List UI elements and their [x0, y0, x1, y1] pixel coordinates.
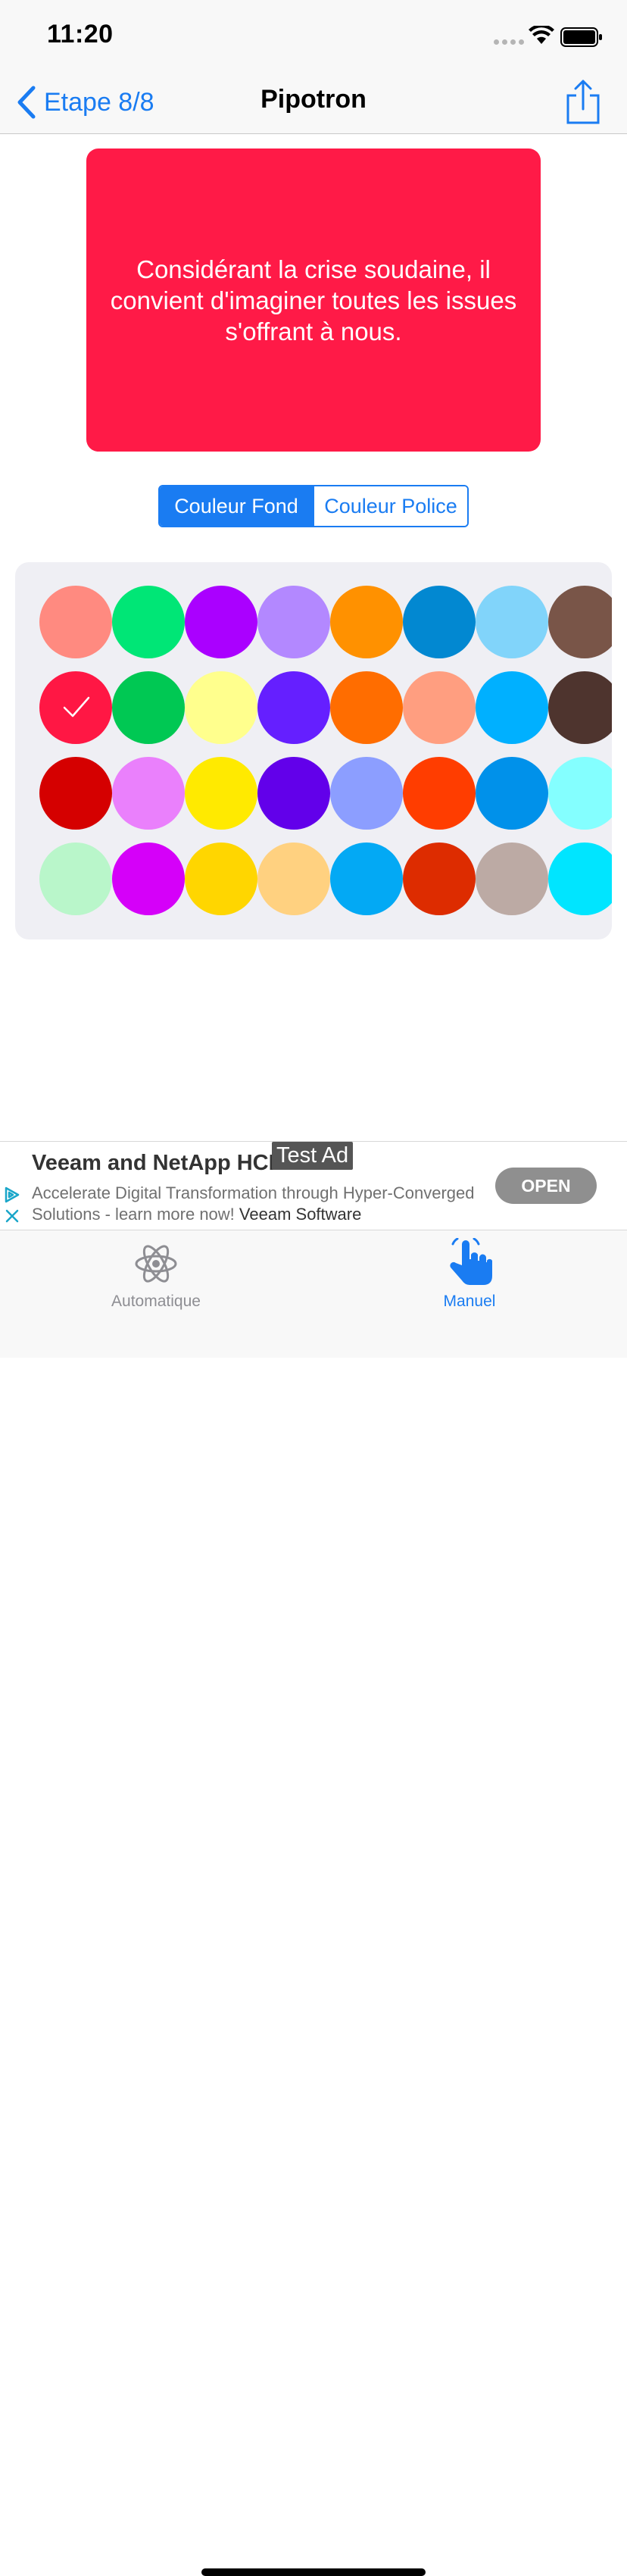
color-swatch[interactable] [548, 586, 612, 658]
color-swatch[interactable] [257, 671, 330, 744]
color-swatch[interactable] [476, 843, 548, 915]
wifi-icon [529, 26, 554, 44]
color-swatch[interactable] [548, 757, 612, 830]
color-swatch[interactable] [330, 586, 403, 658]
color-swatch[interactable] [185, 757, 257, 830]
color-swatch[interactable] [39, 671, 112, 744]
color-swatch[interactable] [403, 671, 476, 744]
ad-description: Accelerate Digital Transformation throug… [32, 1183, 486, 1225]
color-swatch[interactable] [185, 671, 257, 744]
phrase-text: Considérant la crise soudaine, il convie… [110, 255, 517, 345]
color-swatch[interactable] [476, 671, 548, 744]
color-swatch[interactable] [112, 586, 185, 658]
ad-advertiser: Veeam Software [239, 1205, 362, 1224]
adchoices-icon[interactable] [3, 1186, 21, 1204]
color-swatch[interactable] [257, 586, 330, 658]
hand-pointer-icon [450, 1237, 492, 1285]
tab-manuel[interactable]: Manuel [394, 1237, 545, 1314]
ad-open-button[interactable]: OPEN [495, 1168, 597, 1204]
ad-title[interactable]: Veeam and NetApp HCI [32, 1151, 275, 1176]
color-swatch[interactable] [112, 671, 185, 744]
color-swatch[interactable] [403, 843, 476, 915]
color-palette [15, 562, 612, 939]
color-swatch[interactable] [185, 586, 257, 658]
color-target-segmented-control: Couleur Fond Couleur Police [158, 485, 469, 527]
color-swatch[interactable] [330, 671, 403, 744]
color-swatch[interactable] [548, 671, 612, 744]
phrase-preview-card: Considérant la crise soudaine, il convie… [86, 148, 541, 452]
color-swatch[interactable] [112, 757, 185, 830]
color-swatch[interactable] [548, 843, 612, 915]
color-swatch[interactable] [403, 757, 476, 830]
atom-icon [135, 1245, 177, 1283]
share-icon[interactable] [565, 79, 601, 126]
color-swatch[interactable] [330, 757, 403, 830]
color-swatch[interactable] [112, 843, 185, 915]
tab-bar: Automatique Manuel [0, 1230, 627, 2576]
signal-icon [494, 39, 524, 45]
color-swatch[interactable] [257, 757, 330, 830]
color-swatch[interactable] [330, 843, 403, 915]
segment-background-color[interactable]: Couleur Fond [160, 486, 313, 526]
tab-automatique-label: Automatique [111, 1293, 201, 1310]
page-title: Pipotron [260, 85, 367, 114]
test-ad-badge: Test Ad [272, 1142, 354, 1170]
home-indicator [201, 2568, 426, 2576]
ad-banner[interactable]: Veeam and NetApp HCI Test Ad Accelerate … [0, 1141, 627, 1230]
color-swatch[interactable] [403, 586, 476, 658]
status-bar: 11:20 [0, 0, 627, 76]
battery-icon [560, 27, 602, 47]
color-swatch[interactable] [476, 757, 548, 830]
color-swatch[interactable] [257, 843, 330, 915]
ad-close-icon[interactable] [5, 1208, 20, 1224]
status-time: 11:20 [47, 20, 114, 48]
color-swatch[interactable] [39, 757, 112, 830]
tab-manuel-label: Manuel [443, 1293, 496, 1310]
color-swatch[interactable] [39, 843, 112, 915]
color-swatch[interactable] [476, 586, 548, 658]
segment-font-color[interactable]: Couleur Police [313, 486, 467, 526]
color-swatch[interactable] [39, 586, 112, 658]
tab-automatique[interactable]: Automatique [80, 1238, 232, 1314]
color-swatch[interactable] [185, 843, 257, 915]
checkmark-icon [63, 696, 90, 717]
navigation-bar: Etape 8/8 Pipotron [0, 76, 627, 134]
